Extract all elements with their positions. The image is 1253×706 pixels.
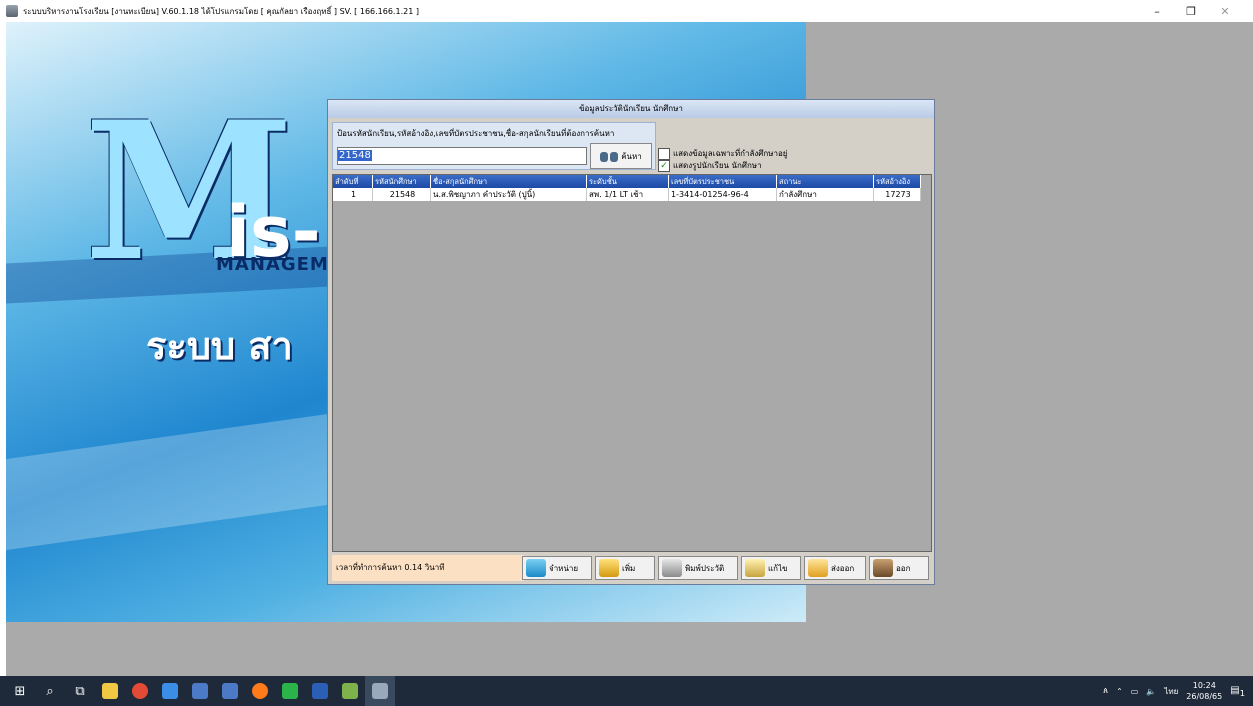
column-header[interactable]: เลขที่บัตรประชาชน xyxy=(669,175,777,188)
search-label: ป้อนรหัสนักเรียน,รหัสอ้างอิง,เลขที่บัตรป… xyxy=(337,129,615,138)
add-user-icon xyxy=(599,559,619,577)
search-button[interactable]: ค้นหา xyxy=(590,143,652,169)
close-button[interactable]: ✕ xyxy=(1208,0,1242,22)
chevron-up-icon[interactable]: ⌃ xyxy=(1116,687,1123,696)
column-header[interactable]: ระดับชั้น xyxy=(587,175,669,188)
add-button[interactable]: เพิ่ม xyxy=(595,556,655,580)
table-cell: น.ส.พิชญาภา คำประวัติ (ปูนิ้) xyxy=(431,188,587,201)
chrome-icon[interactable] xyxy=(125,676,155,706)
printer-icon xyxy=(662,559,682,577)
clock[interactable]: 10:24 26/08/65 xyxy=(1186,680,1222,702)
option-show-photo[interactable]: ✓ แสดงรูปนักเรียน นักศึกษา xyxy=(658,159,762,172)
table-header: ลำดับที่ รหัสนักศึกษา ชื่อ-สกุลนักศึกษา … xyxy=(333,175,931,188)
app-icon[interactable] xyxy=(335,676,365,706)
notification-count: 1 xyxy=(1239,687,1245,698)
column-header[interactable]: รหัสนักศึกษา xyxy=(373,175,431,188)
window-title: ระบบบริหารงานโรงเรียน [งานทะเบียน] V.60.… xyxy=(23,6,419,16)
column-header[interactable]: สถานะ xyxy=(777,175,874,188)
export-button[interactable]: ส่งออก xyxy=(804,556,866,580)
window-titlebar: ระบบบริหารงานโรงเรียน [งานทะเบียน] V.60.… xyxy=(0,0,1253,22)
column-header[interactable]: ลำดับที่ xyxy=(333,175,373,188)
minimize-button[interactable]: – xyxy=(1140,0,1174,22)
table-cell: 21548 xyxy=(373,188,431,201)
volume-icon[interactable]: 🔈 xyxy=(1146,687,1156,696)
app-icon xyxy=(6,5,18,17)
task-view-icon[interactable]: ⧉ xyxy=(65,676,95,706)
app-icon[interactable] xyxy=(215,676,245,706)
search-button-label: ค้นหา xyxy=(621,151,642,161)
windows-start-icon[interactable]: ⊞ xyxy=(5,676,35,706)
search-icon[interactable]: ⌕ xyxy=(35,676,65,706)
export-button-label: ส่งออก xyxy=(831,563,855,573)
student-table: ลำดับที่ รหัสนักศึกษา ชื่อ-สกุลนักศึกษา … xyxy=(332,174,932,552)
student-info-dialog: ข้อมูลประวัตินักเรียน นักศึกษา ป้อนรหัสน… xyxy=(327,99,935,585)
table-cell: สพ. 1/1 LT เช้า xyxy=(587,188,669,201)
dialog-title: ข้อมูลประวัตินักเรียน นักศึกษา xyxy=(328,100,934,118)
print-button-label: พิมพ์ประวัติ xyxy=(685,563,725,573)
people-icon[interactable]: ጰ xyxy=(1103,686,1108,696)
notification-icon[interactable]: ▤1 xyxy=(1230,685,1245,698)
search-input-value: 21548 xyxy=(338,150,372,161)
exit-button-label: ออก xyxy=(896,563,911,573)
file-explorer-icon[interactable] xyxy=(95,676,125,706)
add-button-label: เพิ่ม xyxy=(622,563,636,573)
table-cell: 17273 xyxy=(874,188,921,201)
splash-thai-text: ระบบ สา xyxy=(146,324,293,368)
splash-manage-text: MANAGEM xyxy=(216,254,329,275)
option-label: แสดงรูปนักเรียน นักศึกษา xyxy=(673,161,762,170)
binoculars-icon xyxy=(600,149,619,163)
table-cell: กำลังศึกษา xyxy=(777,188,874,201)
checkbox-studying-only[interactable] xyxy=(658,147,670,160)
clock-time: 10:24 xyxy=(1192,681,1216,690)
exit-button[interactable]: ออก xyxy=(869,556,929,580)
school-app-icon[interactable] xyxy=(365,676,395,706)
dispose-button[interactable]: จำหน่าย xyxy=(522,556,592,580)
edit-button[interactable]: แก้ไข xyxy=(741,556,801,580)
column-header[interactable]: รหัสอ้างอิง xyxy=(874,175,921,188)
checkbox-show-photo[interactable]: ✓ xyxy=(658,159,670,172)
dispose-button-label: จำหน่าย xyxy=(549,563,579,573)
recycle-icon xyxy=(526,559,546,577)
search-group: ป้อนรหัสนักเรียน,รหัสอ้างอิง,เลขที่บัตรป… xyxy=(332,122,656,170)
search-input[interactable]: 21548 xyxy=(337,147,587,165)
table-row[interactable]: 1 21548 น.ส.พิชญาภา คำประวัติ (ปูนิ้) สพ… xyxy=(333,188,931,201)
table-cell: 1-3414-01254-96-4 xyxy=(669,188,777,201)
line-icon[interactable] xyxy=(275,676,305,706)
app-icon[interactable] xyxy=(155,676,185,706)
network-icon[interactable]: ▭ xyxy=(1131,687,1139,696)
app-icon[interactable] xyxy=(185,676,215,706)
column-header[interactable]: ชื่อ-สกุลนักศึกษา xyxy=(431,175,587,188)
taskbar: ⊞ ⌕ ⧉ ጰ ⌃ ▭ 🔈 ไทย 10:24 26/08/65 ▤1 xyxy=(0,676,1253,706)
edit-button-label: แก้ไข xyxy=(768,563,788,573)
table-cell: 1 xyxy=(333,188,373,201)
dialog-footer: เวลาที่ทำการค้นหา 0.14 วินาที จำหน่าย เพ… xyxy=(332,555,930,581)
maximize-button[interactable]: ❐ xyxy=(1174,0,1208,22)
folder-export-icon xyxy=(808,559,828,577)
door-exit-icon xyxy=(873,559,893,577)
browser-icon[interactable] xyxy=(245,676,275,706)
language-indicator[interactable]: ไทย xyxy=(1164,685,1178,698)
clock-date: 26/08/65 xyxy=(1186,692,1223,701)
system-tray: ጰ ⌃ ▭ 🔈 ไทย 10:24 26/08/65 ▤1 xyxy=(1103,676,1253,706)
print-button[interactable]: พิมพ์ประวัติ xyxy=(658,556,738,580)
word-icon[interactable] xyxy=(305,676,335,706)
elapsed-time-label: เวลาที่ทำการค้นหา 0.14 วินาที xyxy=(332,555,524,581)
notepad-icon xyxy=(745,559,765,577)
